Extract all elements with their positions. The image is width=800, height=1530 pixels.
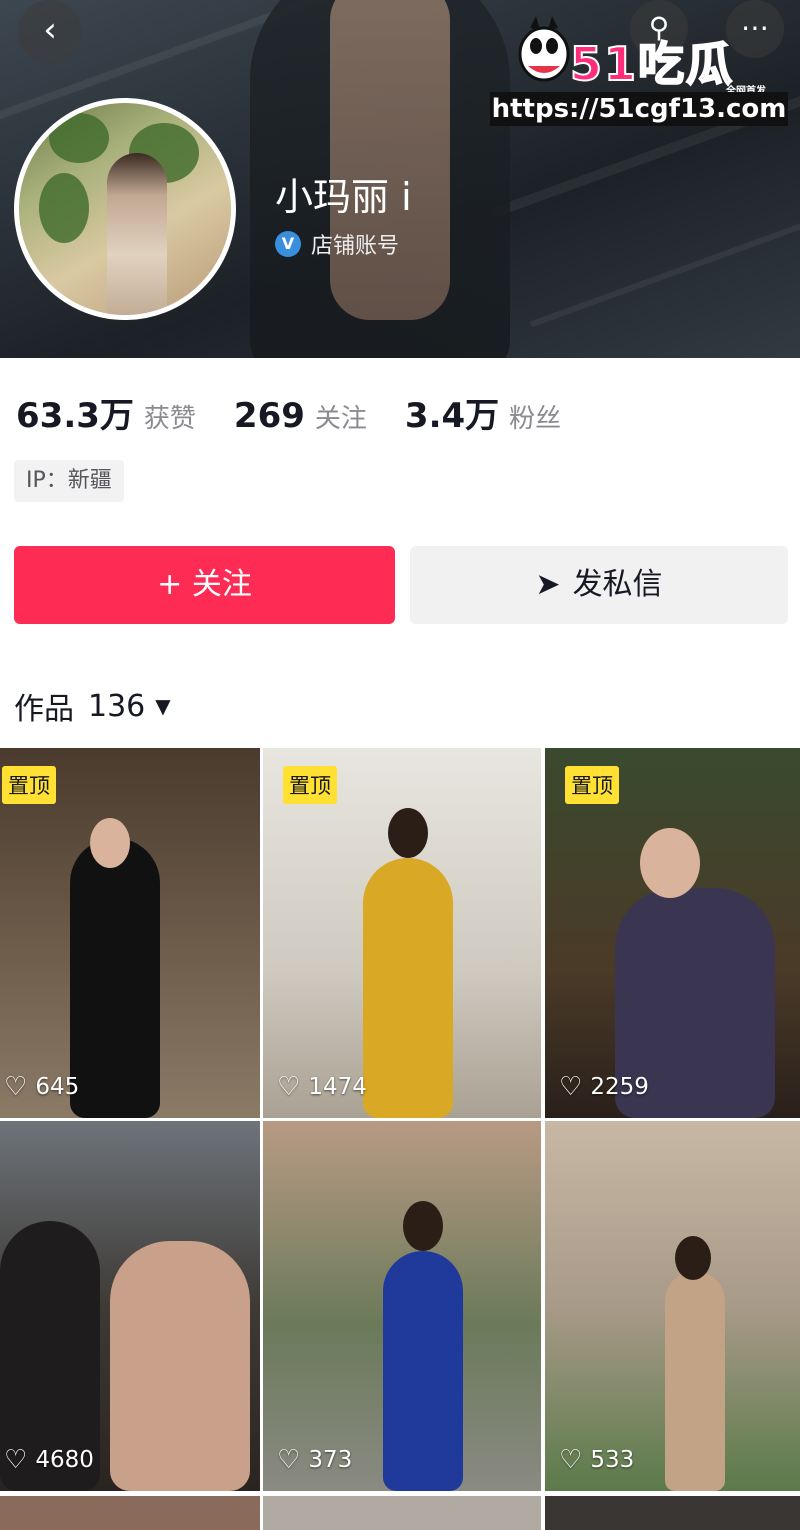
like-count: ♡ 4680	[4, 1445, 94, 1475]
pinned-badge: 置顶	[283, 766, 337, 804]
video-thumbnail[interactable]: ♡ 4680	[0, 1121, 260, 1491]
message-button[interactable]: ➤ 发私信	[410, 546, 788, 624]
nickname: 小玛丽 i	[275, 175, 412, 219]
watermark-brand: 51吃瓜	[569, 36, 735, 92]
video-thumbnail[interactable]: 置顶 ♡ 645	[0, 748, 260, 1118]
ip-location-badge: IP：新疆	[14, 460, 124, 502]
heart-icon: ♡	[277, 1072, 301, 1102]
heart-icon: ♡	[4, 1445, 28, 1475]
followers-count[interactable]: 3.4万	[405, 388, 499, 437]
video-thumbnail[interactable]: ♡ 533	[545, 1121, 800, 1491]
like-count-value: 533	[590, 1447, 635, 1473]
avatar[interactable]	[14, 98, 236, 320]
profile-stats: 63.3万 获赞 269 关注 3.4万 粉丝	[16, 388, 599, 437]
follow-button[interactable]: + 关注	[14, 546, 395, 624]
message-button-label: 发私信	[572, 567, 663, 602]
heart-icon: ♡	[559, 1445, 583, 1475]
video-thumbnail[interactable]: ♡ 373	[263, 1121, 541, 1491]
next-row-preview	[0, 1496, 800, 1530]
like-count-value: 4680	[35, 1447, 94, 1473]
caret-down-icon: ▼	[155, 694, 171, 718]
works-count: 136	[88, 688, 146, 724]
video-thumbnail[interactable]: 置顶 ♡ 1474	[263, 748, 541, 1118]
heart-icon: ♡	[4, 1072, 28, 1102]
send-icon: ➤	[535, 567, 561, 602]
like-count: ♡ 373	[277, 1445, 352, 1475]
pinned-badge: 置顶	[2, 766, 56, 804]
heart-icon: ♡	[277, 1445, 301, 1475]
like-count-value: 645	[35, 1074, 80, 1100]
chevron-left-icon: ‹	[43, 10, 57, 50]
following-label[interactable]: 关注	[315, 398, 367, 435]
like-count: ♡ 533	[559, 1445, 634, 1475]
heart-icon: ♡	[559, 1072, 583, 1102]
like-count: ♡ 1474	[277, 1072, 367, 1102]
following-count[interactable]: 269	[234, 396, 305, 436]
works-tab[interactable]: 作品 136 ▼	[14, 684, 171, 728]
likes-count: 63.3万	[16, 396, 134, 436]
like-count: ♡ 645	[4, 1072, 79, 1102]
watermark: 51吃瓜 全网首发 https://51cgf13.com	[490, 10, 788, 126]
works-label: 作品	[14, 692, 74, 727]
cover-figure-arm	[330, 0, 450, 320]
video-thumbnail[interactable]: 置顶 ♡ 2259	[545, 748, 800, 1118]
like-count-value: 1474	[308, 1074, 367, 1100]
pinned-badge: 置顶	[565, 766, 619, 804]
followers-label[interactable]: 粉丝	[509, 398, 561, 435]
like-count: ♡ 2259	[559, 1072, 649, 1102]
watermark-url: https://51cgf13.com	[490, 92, 788, 126]
like-count-value: 373	[308, 1447, 353, 1473]
like-count-value: 2259	[590, 1074, 649, 1100]
verified-badge-icon: V	[275, 231, 301, 257]
mascot-icon	[518, 16, 570, 82]
likes-label: 获赞	[143, 404, 196, 434]
back-button[interactable]: ‹	[18, 0, 82, 64]
account-type-label: 店铺账号	[311, 234, 400, 259]
account-type: V 店铺账号	[275, 228, 399, 260]
